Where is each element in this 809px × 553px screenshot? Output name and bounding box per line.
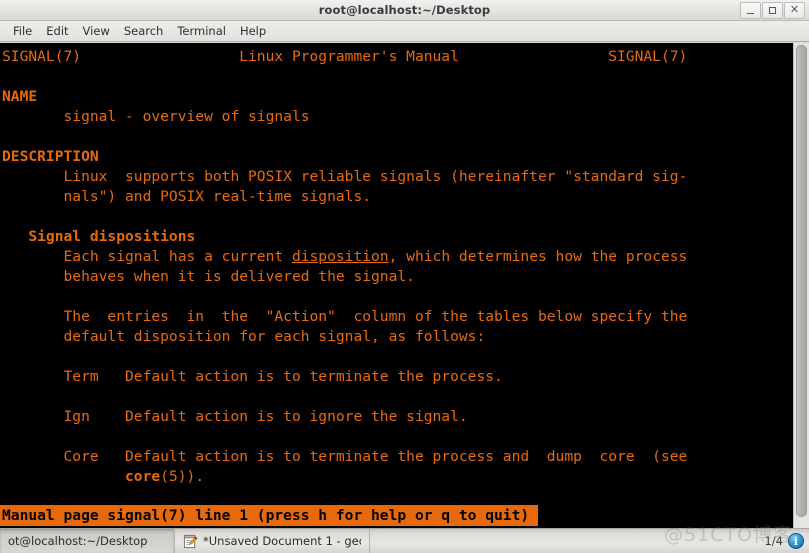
terminal-text-run: NAME: [2, 88, 38, 105]
terminal-scrollbar[interactable]: [793, 43, 809, 528]
terminal-line: Signal dispositions: [0, 227, 793, 247]
system-tray: 1/4 i: [764, 529, 809, 553]
gedit-icon: [183, 534, 198, 549]
terminal-line: SIGNAL(7) Linux Programmer's Manual SIGN…: [0, 47, 793, 67]
terminal-line: Core Default action is to terminate the …: [0, 447, 793, 467]
terminal-text-run: The entries in the "Action" column of th…: [2, 308, 688, 325]
terminal-line: signal - overview of signals: [0, 107, 793, 127]
terminal-text-run: Core Default action is to terminate the …: [2, 448, 688, 465]
terminal-line: DESCRIPTION: [0, 147, 793, 167]
window-controls: ✕: [740, 2, 805, 19]
close-icon: ✕: [789, 3, 800, 16]
terminal-text: SIGNAL(7) Linux Programmer's Manual SIGN…: [0, 43, 793, 487]
terminal-cursor: [529, 505, 539, 523]
taskbar-spacer: [370, 529, 764, 553]
terminal-text-run: disposition: [291, 248, 389, 265]
terminal-text-run: Linux supports both POSIX reliable signa…: [2, 168, 688, 185]
terminal-text-run: signal - overview of signals: [2, 108, 310, 125]
menu-item-terminal[interactable]: Terminal: [170, 22, 233, 40]
terminal-line: core(5)).: [0, 467, 793, 487]
terminal-text-run: default disposition for each signal, as …: [2, 328, 486, 345]
terminal-text-run: (5)).: [160, 468, 205, 485]
terminal-text-run: SIGNAL(7) Linux Programmer's Manual SIGN…: [2, 48, 688, 65]
man-status-text: Manual page signal(7) line 1 (press h fo…: [2, 507, 530, 524]
taskbar-window-gedit-label: *Unsaved Document 1 - gedit: [203, 534, 361, 548]
menu-item-view[interactable]: View: [76, 22, 117, 40]
close-button[interactable]: ✕: [784, 2, 805, 19]
terminal-line: The entries in the "Action" column of th…: [0, 307, 793, 327]
terminal-text-run: Ign Default action is to ignore the sign…: [2, 408, 468, 425]
terminal-text-run: Signal dispositions: [2, 228, 196, 245]
menubar: File Edit View Search Terminal Help: [0, 21, 809, 42]
terminal-text-run: [2, 468, 125, 485]
taskbar-window-terminal[interactable]: ot@localhost:~/Desktop: [0, 529, 175, 553]
man-status-bar: Manual page signal(7) line 1 (press h fo…: [0, 505, 539, 526]
minimize-icon: [747, 12, 754, 14]
terminal-line: Term Default action is to terminate the …: [0, 367, 793, 387]
taskbar: ot@localhost:~/Desktop *Unsaved Document…: [0, 528, 809, 553]
terminal-text-run: core: [125, 468, 161, 485]
window-titlebar: root@localhost:~/Desktop ✕: [0, 0, 809, 21]
minimize-button[interactable]: [740, 2, 761, 19]
maximize-button[interactable]: [762, 2, 783, 19]
menu-item-search[interactable]: Search: [117, 22, 171, 40]
terminal-line: nals") and POSIX real-time signals.: [0, 187, 793, 207]
terminal-text-run: DESCRIPTION: [2, 148, 99, 165]
terminal-line: Each signal has a current disposition, w…: [0, 247, 793, 267]
scrollbar-thumb[interactable]: [796, 45, 807, 517]
terminal-line: behaves when it is delivered the signal.: [0, 267, 793, 287]
info-icon[interactable]: i: [788, 533, 804, 549]
taskbar-window-terminal-label: ot@localhost:~/Desktop: [8, 534, 148, 548]
menu-item-file[interactable]: File: [6, 22, 39, 40]
terminal-text-run: nals") and POSIX real-time signals.: [2, 188, 372, 205]
workspace-indicator[interactable]: 1/4: [764, 534, 783, 548]
terminal-line: Ign Default action is to ignore the sign…: [0, 407, 793, 427]
terminal-line: default disposition for each signal, as …: [0, 327, 793, 347]
menu-item-edit[interactable]: Edit: [39, 22, 75, 40]
terminal-text-run: , which determines how the process: [388, 248, 688, 265]
window-title: root@localhost:~/Desktop: [318, 3, 491, 17]
terminal-text-run: behaves when it is delivered the signal.: [2, 268, 415, 285]
terminal-text-run: Term Default action is to terminate the …: [2, 368, 503, 385]
terminal-view[interactable]: SIGNAL(7) Linux Programmer's Manual SIGN…: [0, 43, 793, 528]
taskbar-window-gedit[interactable]: *Unsaved Document 1 - gedit: [175, 529, 370, 553]
terminal-text-run: Each signal has a current: [2, 248, 292, 265]
terminal-line: Linux supports both POSIX reliable signa…: [0, 167, 793, 187]
menu-item-help[interactable]: Help: [233, 22, 273, 40]
terminal-line: NAME: [0, 87, 793, 107]
desktop-root: root@localhost:~/Desktop ✕ File Edit Vie…: [0, 0, 809, 553]
maximize-icon: [769, 7, 776, 14]
